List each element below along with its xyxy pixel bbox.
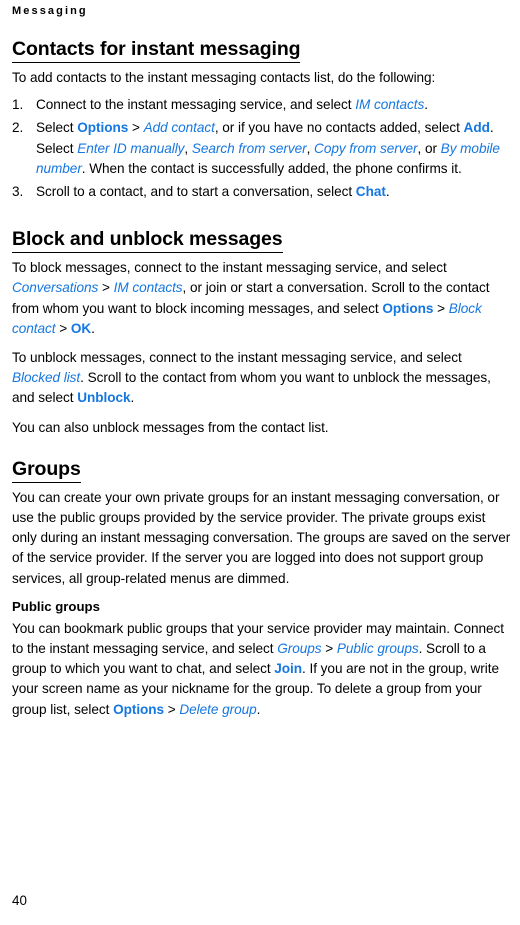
text-run: . — [256, 701, 261, 717]
menu-button-reference: Chat — [355, 184, 386, 200]
section-heading-block-unblock: Block and unblock messages — [12, 228, 512, 254]
paragraph-groups-overview: You can create your own private groups f… — [12, 488, 512, 589]
menu-item-reference: Copy from server — [314, 140, 418, 156]
section-heading-text: Block and unblock messages — [12, 228, 283, 254]
section-heading-groups: Groups — [12, 458, 512, 483]
text-run: > — [164, 701, 180, 717]
menu-button-reference: OK — [70, 320, 92, 336]
menu-button-reference: Options — [77, 120, 129, 136]
text-run: To unblock messages, connect to the inst… — [12, 350, 462, 366]
paragraph-block-messages: To block messages, connect to the instan… — [12, 258, 512, 339]
text-run: , or — [417, 140, 441, 156]
step-text: Connect to the instant messaging service… — [36, 97, 428, 112]
menu-button-reference: Join — [274, 661, 303, 677]
list-item: 3. Scroll to a contact, and to start a c… — [12, 182, 512, 202]
list-item: 1. Connect to the instant messaging serv… — [12, 95, 512, 115]
text-run: . — [130, 390, 135, 406]
step-number: 2. — [12, 120, 24, 136]
menu-item-reference: Public groups — [336, 641, 419, 657]
menu-item-reference: Add contact — [143, 120, 215, 136]
menu-button-reference: Options — [113, 701, 165, 717]
text-run: , or if you have no contacts added, sele… — [214, 120, 464, 136]
menu-button-reference: Unblock — [77, 390, 131, 406]
paragraph-unblock-note: You can also unblock messages from the c… — [12, 418, 512, 438]
text-run: , — [184, 140, 192, 156]
text-run: > — [128, 120, 144, 136]
text-run: > — [55, 320, 71, 336]
menu-button-reference: Add — [463, 120, 490, 136]
text-run: > — [321, 641, 337, 657]
menu-item-reference: Groups — [277, 641, 322, 657]
intro-paragraph: To add contacts to the instant messaging… — [12, 70, 436, 85]
step-number: 1. — [12, 97, 24, 113]
step-text: Select Options > Add contact, or if you … — [36, 120, 500, 175]
text-run: . — [385, 184, 390, 200]
text-run: Connect to the instant messaging service… — [36, 97, 356, 113]
text-run: You can create your own private groups f… — [12, 489, 511, 586]
menu-item-reference: Blocked list — [12, 370, 81, 386]
numbered-steps-list: 1. Connect to the instant messaging serv… — [12, 95, 512, 202]
list-item: 2. Select Options > Add contact, or if y… — [12, 118, 512, 179]
step-text: Scroll to a contact, and to start a conv… — [36, 184, 390, 199]
menu-item-reference: Conversations — [12, 280, 99, 296]
text-run: . — [424, 97, 428, 113]
manual-page: Messaging Contacts for instant messaging… — [0, 0, 520, 925]
menu-item-reference: Search from server — [191, 140, 307, 156]
text-run: . When the contact is successfully added… — [81, 160, 462, 176]
paragraph-public-groups: You can bookmark public groups that your… — [12, 619, 512, 720]
subsection-heading-public-groups: Public groups — [12, 598, 100, 614]
text-run: , — [306, 140, 315, 156]
section-heading-text: Groups — [12, 458, 81, 483]
page-number: 40 — [12, 893, 27, 908]
menu-item-reference: Delete group — [179, 701, 257, 717]
menu-item-reference: IM contacts — [355, 97, 425, 113]
menu-item-reference: IM contacts — [113, 280, 183, 296]
menu-item-reference: Enter ID manually — [77, 140, 185, 156]
section-heading-contacts: Contacts for instant messaging — [12, 38, 512, 63]
text-run: . — [91, 320, 95, 336]
step-number: 3. — [12, 184, 24, 200]
section-heading-text: Contacts for instant messaging — [12, 38, 301, 63]
text-run: Select — [36, 120, 78, 136]
text-run: You can also unblock messages from the c… — [12, 419, 329, 435]
text-run: > — [98, 280, 114, 296]
menu-button-reference: Options — [382, 300, 434, 316]
text-run: > — [433, 300, 449, 316]
running-header: Messaging — [12, 5, 88, 17]
page-content: Contacts for instant messaging To add co… — [12, 38, 512, 729]
paragraph-unblock-messages: To unblock messages, connect to the inst… — [12, 348, 512, 409]
text-run: Scroll to a contact, and to start a conv… — [36, 184, 356, 200]
text-run: To block messages, connect to the instan… — [12, 260, 447, 276]
